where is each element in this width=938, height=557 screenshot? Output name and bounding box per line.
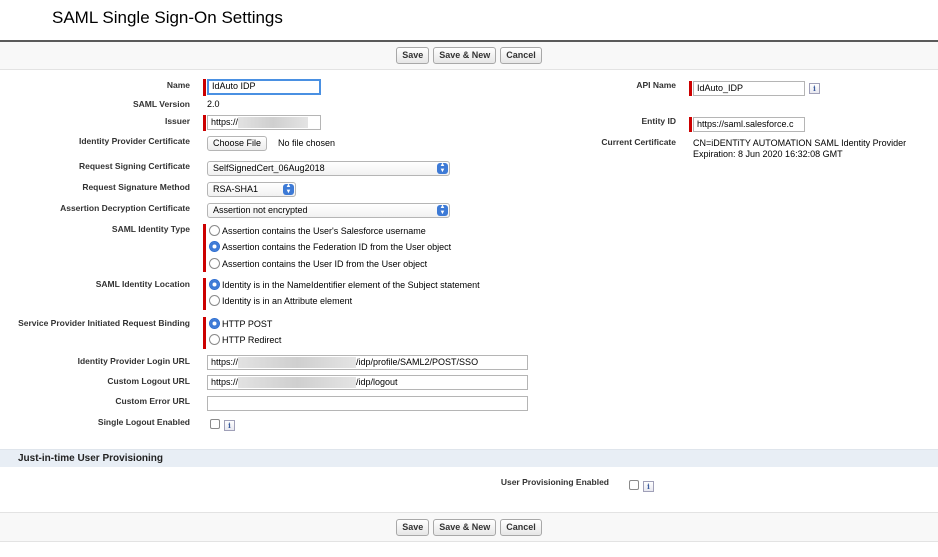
required-indicator: [203, 317, 206, 349]
save-button[interactable]: Save: [396, 518, 430, 536]
current-cert-expiration: Expiration: 8 Jun 2020 16:32:08 GMT: [693, 149, 843, 159]
url-suffix: /idp/logout: [356, 377, 398, 387]
issuer-label: Issuer: [164, 116, 190, 126]
chevron-updown-icon: ▲ ▼: [437, 204, 448, 216]
user-provisioning-checkbox[interactable]: [629, 480, 639, 490]
identity-location-label: SAML Identity Location: [95, 279, 190, 289]
identity-location-option[interactable]: Identity is in an Attribute element: [209, 295, 352, 306]
chevron-updown-icon: ▲ ▼: [283, 183, 294, 195]
identity-type-option[interactable]: Assertion contains the Federation ID fro…: [209, 241, 451, 252]
name-input[interactable]: IdAuto IDP: [207, 79, 321, 95]
api-name-label: API Name: [636, 80, 676, 90]
radio-button[interactable]: [209, 295, 220, 306]
radio-label: HTTP Redirect: [222, 334, 282, 345]
current-cert-line1: CN=iDENTiTY AUTOMATION SAML Identity Pro…: [693, 138, 907, 148]
single-logout-label: Single Logout Enabled: [97, 417, 190, 427]
info-icon[interactable]: i: [809, 83, 820, 94]
sp-binding-option[interactable]: HTTP POST: [209, 318, 272, 329]
required-indicator: [203, 224, 206, 272]
radio-label: Assertion contains the User ID from the …: [222, 258, 428, 269]
error-url-label: Custom Error URL: [115, 396, 190, 406]
radio-label: Identity is in the NameIdentifier elemen…: [222, 279, 480, 290]
info-icon[interactable]: i: [224, 420, 235, 431]
save-new-button[interactable]: Save & New: [433, 518, 497, 536]
req-sign-cert-value: SelfSignedCert_06Aug2018: [213, 163, 325, 173]
req-sign-cert-label: Request Signing Certificate: [79, 161, 190, 171]
req-sign-method-value: RSA-SHA1: [213, 184, 259, 194]
radio-label: Assertion contains the Federation ID fro…: [222, 241, 452, 252]
cancel-button[interactable]: Cancel: [500, 518, 542, 536]
logout-url-input[interactable]: https:// /idp/logout: [207, 375, 528, 390]
redacted-text: [238, 117, 309, 128]
idp-login-url-label: Identity Provider Login URL: [77, 356, 190, 366]
required-indicator: [203, 115, 206, 131]
radio-button[interactable]: [209, 334, 220, 345]
sp-binding-label: Service Provider Initiated Request Bindi…: [18, 318, 190, 328]
saml-version-value: 2.0: [207, 99, 220, 109]
page-title: SAML Single Sign-On Settings: [52, 8, 283, 27]
info-icon[interactable]: i: [643, 481, 654, 492]
redacted-text: [238, 357, 357, 368]
redacted-text: [238, 377, 357, 388]
identity-type-option[interactable]: Assertion contains the User's Salesforce…: [209, 225, 426, 236]
assertion-decrypt-value: Assertion not encrypted: [213, 205, 308, 215]
error-url-input[interactable]: [207, 396, 528, 411]
cancel-button[interactable]: Cancel: [500, 47, 542, 64]
choose-file-button[interactable]: Choose File: [207, 136, 268, 151]
url-prefix: https://: [211, 377, 239, 387]
current-cert-label: Current Certificate: [601, 137, 676, 147]
required-indicator: [203, 278, 206, 310]
radio-button[interactable]: [209, 225, 220, 236]
url-prefix: https://: [211, 357, 239, 367]
file-status-text: No file chosen: [278, 138, 336, 148]
chevron-updown-icon: ▲ ▼: [437, 162, 448, 174]
assertion-decrypt-label: Assertion Decryption Certificate: [60, 203, 190, 213]
radio-button[interactable]: [209, 258, 220, 269]
req-sign-method-select[interactable]: RSA-SHA1 ▲ ▼: [207, 182, 296, 197]
req-sign-method-label: Request Signature Method: [82, 182, 190, 192]
single-logout-checkbox[interactable]: [210, 419, 220, 429]
name-label: Name: [166, 80, 190, 90]
api-name-input[interactable]: IdAuto_IDP: [693, 81, 805, 96]
save-button[interactable]: Save: [396, 47, 430, 64]
required-indicator: [689, 117, 692, 132]
identity-location-option[interactable]: Identity is in the NameIdentifier elemen…: [209, 279, 480, 290]
radio-button-selected[interactable]: [209, 241, 220, 252]
entity-id-label: Entity ID: [641, 116, 676, 126]
required-indicator: [689, 81, 692, 96]
radio-label: Identity is in an Attribute element: [222, 295, 353, 306]
save-new-button[interactable]: Save & New: [433, 47, 497, 64]
req-sign-cert-select[interactable]: SelfSignedCert_06Aug2018 ▲ ▼: [207, 161, 450, 176]
idp-login-url-input[interactable]: https:// /idp/profile/SAML2/POST/SSO: [207, 355, 528, 370]
idp-cert-label: Identity Provider Certificate: [78, 136, 190, 146]
identity-type-option[interactable]: Assertion contains the User ID from the …: [209, 258, 427, 269]
identity-type-label: SAML Identity Type: [111, 224, 190, 234]
bottom-button-bar: Save Save & New Cancel: [0, 512, 938, 542]
jit-section-header: Just-in-time User Provisioning: [0, 449, 938, 467]
radio-label: HTTP POST: [222, 318, 273, 329]
radio-button-selected[interactable]: [209, 318, 220, 329]
user-provisioning-label: User Provisioning Enabled: [500, 477, 609, 487]
entity-id-input[interactable]: https://saml.salesforce.c: [693, 117, 805, 132]
radio-label: Assertion contains the User's Salesforce…: [222, 225, 426, 236]
issuer-input[interactable]: https://: [207, 115, 321, 130]
logout-url-label: Custom Logout URL: [107, 376, 190, 386]
sp-binding-option[interactable]: HTTP Redirect: [209, 334, 281, 345]
required-indicator: [203, 79, 206, 96]
saml-version-label: SAML Version: [133, 99, 190, 109]
assertion-decrypt-select[interactable]: Assertion not encrypted ▲ ▼: [207, 203, 450, 218]
issuer-value: https://: [211, 117, 239, 127]
url-suffix: /idp/profile/SAML2/POST/SSO: [356, 357, 479, 367]
top-button-bar: Save Save & New Cancel: [0, 40, 938, 70]
radio-button-selected[interactable]: [209, 279, 220, 290]
